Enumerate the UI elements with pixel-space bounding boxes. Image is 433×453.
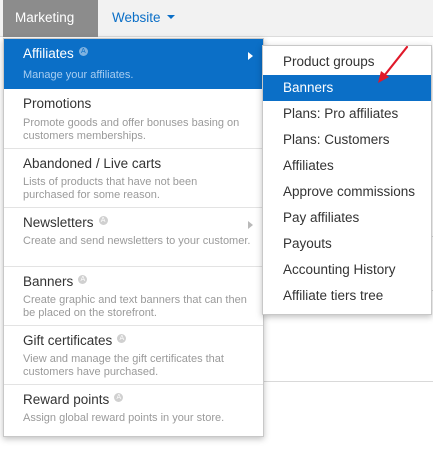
submenu-item-payouts[interactable]: Payouts [263, 231, 431, 257]
submenu-item-affiliates[interactable]: Affiliates [263, 153, 431, 179]
menu-item-title: Promotions [23, 96, 92, 111]
addon-badge-icon: A [78, 275, 88, 284]
top-navigation-bar: Marketing Website [0, 0, 433, 56]
menu-item-reward-points[interactable]: Reward points A Assign global reward poin… [4, 385, 263, 436]
menu-item-description: Create and send newsletters to your cust… [23, 235, 251, 247]
menu-item-promotions[interactable]: Promotions Promote goods and offer bonus… [4, 89, 263, 149]
menu-item-title: Affiliates A [23, 46, 88, 61]
menu-item-affiliates[interactable]: Affiliates A Manage your affiliates. [4, 39, 263, 89]
menu-item-title: Gift certificates A [23, 333, 127, 348]
tab-website[interactable]: Website [100, 0, 187, 37]
addon-badge-icon: A [78, 47, 88, 56]
menu-item-banners[interactable]: Banners A Create graphic and text banners… [4, 267, 263, 326]
menu-item-description: Manage your affiliates. [23, 69, 134, 81]
background-divider [263, 381, 433, 382]
menu-item-description: Promote goods and offer bonuses basing o… [23, 117, 240, 142]
chevron-down-icon [166, 15, 175, 20]
addon-badge-icon: A [117, 334, 127, 343]
chevron-right-icon [248, 52, 253, 60]
submenu-item-plans-pro-affiliates[interactable]: Plans: Pro affiliates [263, 101, 431, 127]
menu-item-gift-certificates[interactable]: Gift certificates A View and manage the g… [4, 326, 263, 385]
submenu-item-approve-commissions[interactable]: Approve commissions [263, 179, 431, 205]
addon-badge-icon: A [114, 393, 124, 402]
tab-marketing-label: Marketing [15, 10, 75, 25]
menu-item-abandoned-live-carts[interactable]: Abandoned / Live carts Lists of products… [4, 149, 263, 208]
marketing-dropdown-menu: Affiliates A Manage your affiliates. Prom… [3, 38, 264, 437]
menu-item-title: Reward points A [23, 392, 124, 407]
menu-item-description: Assign global reward points in your stor… [23, 412, 225, 424]
menu-item-newsletters[interactable]: Newsletters A Create and send newsletters… [4, 208, 263, 267]
addon-badge-icon: A [98, 216, 108, 225]
submenu-item-affiliate-tiers-tree[interactable]: Affiliate tiers tree [263, 283, 431, 309]
submenu-item-accounting-history[interactable]: Accounting History [263, 257, 431, 283]
menu-item-title: Abandoned / Live carts [23, 156, 162, 171]
tab-marketing[interactable]: Marketing [3, 0, 98, 56]
menu-item-description: View and manage the gift certificates th… [23, 353, 224, 378]
chevron-right-icon [248, 221, 253, 229]
menu-item-title: Banners A [23, 274, 88, 289]
submenu-item-plans-customers[interactable]: Plans: Customers [263, 127, 431, 153]
menu-item-description: Create graphic and text banners that can… [23, 294, 247, 319]
submenu-item-pay-affiliates[interactable]: Pay affiliates [263, 205, 431, 231]
menu-item-title: Newsletters A [23, 215, 108, 230]
tab-website-label: Website [112, 10, 161, 25]
menu-item-description: Lists of products that have not been pur… [23, 176, 198, 201]
annotation-arrow-icon [378, 45, 409, 83]
